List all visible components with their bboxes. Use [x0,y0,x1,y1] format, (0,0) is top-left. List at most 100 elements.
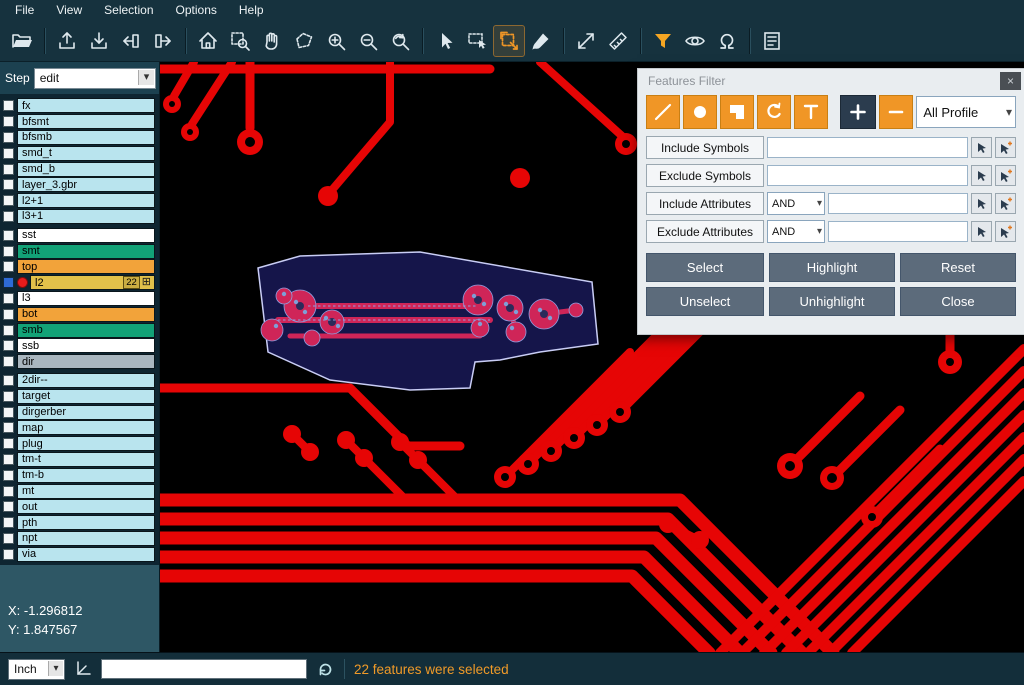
layer-checkbox[interactable] [3,211,14,222]
menu-options[interactable]: Options [165,0,228,20]
zoom-in-button[interactable] [321,26,351,56]
layer-row-map[interactable]: map [0,420,159,436]
layer-row-smd_t[interactable]: smd_t [0,145,159,161]
layer-checkbox[interactable] [3,230,14,241]
zoom-out-button[interactable] [353,26,383,56]
layer-row-ssb[interactable]: ssb [0,338,159,354]
layer-label[interactable]: bfsmb [17,130,155,145]
layer-checkbox[interactable] [3,438,14,449]
layer-label[interactable]: plug [17,436,155,451]
snap-angle-icon[interactable] [74,660,92,678]
layer-checkbox[interactable] [3,309,14,320]
layer-label[interactable]: sst [17,228,155,243]
layer-checkbox[interactable] [3,501,14,512]
layer-checkbox[interactable] [3,454,14,465]
layer-label[interactable]: l222⊞ [30,275,155,290]
open-button[interactable] [7,26,37,56]
zoom-window-button[interactable] [225,26,255,56]
exclude-attributes-input[interactable] [828,221,968,242]
pick-exclude-symbol-button[interactable] [971,165,992,186]
layer-row-target[interactable]: target [0,388,159,404]
exclude-attributes-op-select[interactable]: AND [767,220,825,243]
reset-button[interactable]: Reset [900,253,1016,282]
ruler-button[interactable] [603,26,633,56]
layer-label[interactable]: smd_t [17,146,155,161]
menu-selection[interactable]: Selection [93,0,164,20]
layer-label[interactable]: npt [17,531,155,546]
layer-label[interactable]: fx [17,98,155,113]
unhighlight-button[interactable]: Unhighlight [769,287,895,316]
layer-row-pth[interactable]: pth [0,515,159,531]
layer-label[interactable]: map [17,420,155,435]
step-back-button[interactable] [116,26,146,56]
layer-checkbox[interactable] [3,486,14,497]
layer-row-bfsmb[interactable]: bfsmb [0,130,159,146]
layer-checkbox[interactable] [3,340,14,351]
fill-brush-button[interactable] [526,26,556,56]
profile-select[interactable]: All Profile [916,96,1016,128]
refresh-icon[interactable] [316,660,335,679]
rectangle-select-button[interactable] [462,26,492,56]
layer-checkbox[interactable] [3,422,14,433]
surface-feature-button[interactable] [720,95,754,129]
layer-row-via[interactable]: via [0,546,159,562]
layer-row-l3+1[interactable]: l3+1 [0,209,159,225]
layer-checkbox[interactable] [3,246,14,257]
close-button[interactable]: Close [900,287,1016,316]
dialog-title-bar[interactable]: Features Filter [638,69,1024,93]
menu-file[interactable]: File [4,0,45,20]
select-button[interactable]: Select [646,253,764,282]
layer-checkbox[interactable] [3,375,14,386]
net-search-button[interactable] [712,26,742,56]
layer-row-bot[interactable]: bot [0,306,159,322]
layer-checkbox[interactable] [3,549,14,560]
layer-checkbox[interactable] [3,470,14,481]
layer-row-layer_3.gbr[interactable]: layer_3.gbr [0,177,159,193]
visibility-button[interactable] [680,26,710,56]
layer-row-tm-t[interactable]: tm-t [0,452,159,468]
layer-row-out[interactable]: out [0,499,159,515]
layer-row-l2+1[interactable]: l2+1 [0,193,159,209]
pan-button[interactable] [257,26,287,56]
layer-checkbox[interactable] [3,391,14,402]
unselect-button[interactable]: Unselect [646,287,764,316]
pointer-button[interactable] [430,26,460,56]
step-forward-button[interactable] [148,26,178,56]
layer-checkbox[interactable] [3,261,14,272]
layer-checkbox[interactable] [3,293,14,304]
layer-checkbox[interactable] [3,132,14,143]
layer-checkbox[interactable] [3,277,14,288]
layer-row-2dir--[interactable]: 2dir-- [0,373,159,389]
layer-row-tm-b[interactable]: tm-b [0,467,159,483]
layer-label[interactable]: l3+1 [17,209,155,224]
arc-feature-button[interactable] [757,95,791,129]
layer-label[interactable]: dirgerber [17,405,155,420]
pick-add-include-symbol-button[interactable] [995,137,1016,158]
layer-checkbox[interactable] [3,407,14,418]
include-symbols-input[interactable] [767,137,968,158]
include-attributes-op-select[interactable]: AND [767,192,825,215]
layer-label[interactable]: pth [17,515,155,530]
step-select[interactable]: edit [34,68,156,89]
layer-row-dir[interactable]: dir [0,354,159,370]
layer-row-l3[interactable]: l3 [0,291,159,307]
layer-label[interactable]: dir [17,354,155,369]
pick-exclude-attribute-button[interactable] [971,221,992,242]
pick-add-exclude-attribute-button[interactable] [995,221,1016,242]
layer-row-bfsmt[interactable]: bfsmt [0,114,159,130]
layer-label[interactable]: smb [17,323,155,338]
menu-view[interactable]: View [45,0,93,20]
layer-checkbox[interactable] [3,325,14,336]
exclude-symbols-input[interactable] [767,165,968,186]
layer-checkbox[interactable] [3,148,14,159]
include-symbols-button[interactable]: Include Symbols [646,136,764,159]
layer-row-fx[interactable]: fx [0,98,159,114]
layer-row-smt[interactable]: smt [0,243,159,259]
layer-row-dirgerber[interactable]: dirgerber [0,404,159,420]
layer-checkbox[interactable] [3,100,14,111]
line-feature-button[interactable] [646,95,680,129]
measure-distance-button[interactable] [571,26,601,56]
layer-checkbox[interactable] [3,164,14,175]
layer-label[interactable]: smt [17,244,155,259]
layer-label[interactable]: l2+1 [17,193,155,208]
